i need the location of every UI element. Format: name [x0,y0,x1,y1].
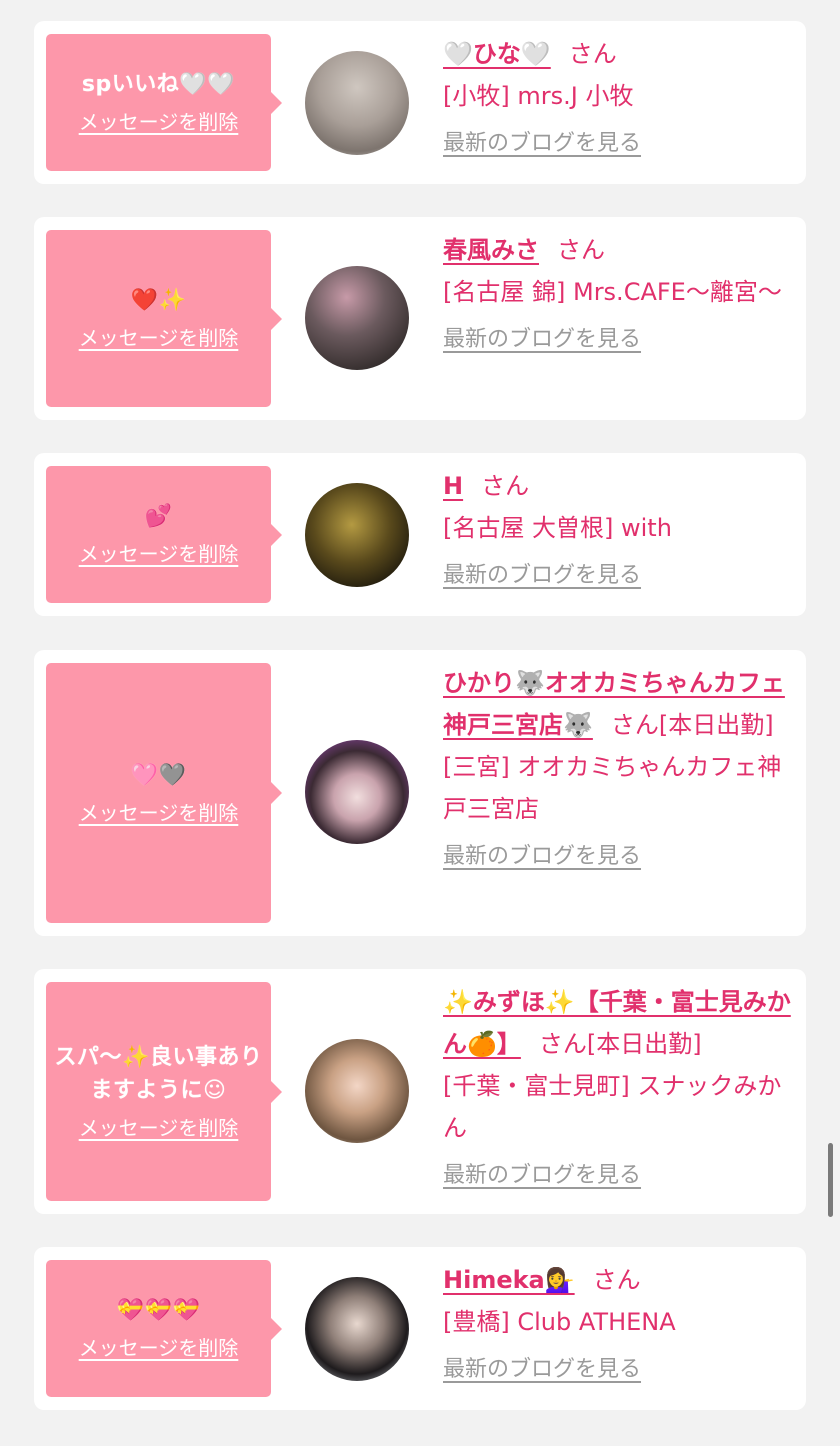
sender-info: 🤍ひな🤍 さん [小牧] mrs.J 小牧 最新のブログを見る [443,33,793,163]
message-card: スパ〜✨良い事ありますように☺︎ メッセージを削除 ✨みずほ✨【千葉・富士見みか… [34,969,806,1214]
delete-message-link[interactable]: メッセージを削除 [79,323,239,353]
latest-blog-link[interactable]: 最新のブログを見る [443,1159,641,1193]
delete-message-link[interactable]: メッセージを削除 [79,539,239,569]
honorific: さん [481,472,530,500]
delete-message-link[interactable]: メッセージを削除 [79,107,239,137]
sender-name-link[interactable]: H [443,472,463,500]
message-bubble: 💝💝💝 メッセージを削除 [46,1260,282,1397]
sender-info: Himeka💁‍♀️ さん [豊橋] Club ATHENA 最新のブログを見る [443,1259,793,1389]
shop-info: [千葉・富士見町] スナックみかん [443,1072,782,1142]
message-bubble: スパ〜✨良い事ありますように☺︎ メッセージを削除 [46,982,282,1201]
delete-message-link[interactable]: メッセージを削除 [79,1333,239,1363]
message-text: ❤️✨ [130,288,187,313]
honorific: さん [557,236,605,264]
message-text: 💝💝💝 [116,1298,201,1323]
avatar[interactable] [305,483,409,587]
message-bubble: 💕 メッセージを削除 [46,466,282,603]
message-text: 💕 [144,504,173,529]
message-card: 💕 メッセージを削除 H さん [名古屋 大曽根] with 最新のブログを見る [34,453,806,616]
scrollbar[interactable] [828,1143,833,1217]
shop-info: [豊橋] Club ATHENA [443,1308,676,1336]
shop-info: [小牧] mrs.J 小牧 [443,82,634,110]
sender-name-link[interactable]: 春風みさ [443,236,539,264]
sender-info: 春風みさ さん [名古屋 錦] Mrs.CAFE〜離宮〜 最新のブログを見る [443,229,793,359]
sender-info: H さん [名古屋 大曽根] with 最新のブログを見る [443,465,793,595]
message-bubble: 🩷🩶 メッセージを削除 [46,663,282,923]
sender-info: ひかり🐺オオカミちゃんカフェ神戸三宮店🐺 さん[本日出勤] [三宮] オオカミちゃ… [443,662,793,876]
shop-info: [三宮] オオカミちゃんカフェ神戸三宮店 [443,753,782,823]
latest-blog-link[interactable]: 最新のブログを見る [443,559,641,593]
message-bubble: ❤️✨ メッセージを削除 [46,230,282,407]
honorific: さん [592,1266,641,1294]
latest-blog-link[interactable]: 最新のブログを見る [443,127,641,161]
shop-info: [名古屋 大曽根] with [443,514,672,542]
latest-blog-link[interactable]: 最新のブログを見る [443,323,641,357]
avatar[interactable] [305,1277,409,1381]
avatar[interactable] [305,740,409,844]
honorific: さん[本日出勤] [538,1030,702,1058]
message-text: スパ〜✨良い事ありますように☺︎ [54,1044,263,1103]
avatar[interactable] [305,266,409,370]
honorific: さん [568,40,617,68]
message-list: spいいね🤍🤍 メッセージを削除 🤍ひな🤍 さん [小牧] mrs.J 小牧 最新… [0,0,840,1446]
message-bubble: spいいね🤍🤍 メッセージを削除 [46,34,282,171]
sender-info: ✨みずほ✨【千葉・富士見みかん🍊】 さん[本日出勤] [千葉・富士見町] スナック… [443,981,793,1195]
message-text: spいいね🤍🤍 [81,72,236,97]
latest-blog-link[interactable]: 最新のブログを見る [443,840,641,874]
sender-name-link[interactable]: Himeka💁‍♀️ [443,1266,575,1294]
message-card: spいいね🤍🤍 メッセージを削除 🤍ひな🤍 さん [小牧] mrs.J 小牧 最新… [34,21,806,184]
sender-name-link[interactable]: 🤍ひな🤍 [443,40,551,68]
latest-blog-link[interactable]: 最新のブログを見る [443,1353,641,1387]
message-card: 🩷🩶 メッセージを削除 ひかり🐺オオカミちゃんカフェ神戸三宮店🐺 さん[本日出勤]… [34,650,806,936]
honorific: さん[本日出勤] [610,711,774,739]
message-card: ❤️✨ メッセージを削除 春風みさ さん [名古屋 錦] Mrs.CAFE〜離宮〜… [34,217,806,420]
delete-message-link[interactable]: メッセージを削除 [79,1113,239,1143]
shop-info: [名古屋 錦] Mrs.CAFE〜離宮〜 [443,278,782,306]
message-text: 🩷🩶 [130,762,187,788]
avatar[interactable] [305,51,409,155]
avatar[interactable] [305,1039,409,1143]
message-card: 💝💝💝 メッセージを削除 Himeka💁‍♀️ さん [豊橋] Club ATHE… [34,1247,806,1410]
delete-message-link[interactable]: メッセージを削除 [79,798,239,828]
